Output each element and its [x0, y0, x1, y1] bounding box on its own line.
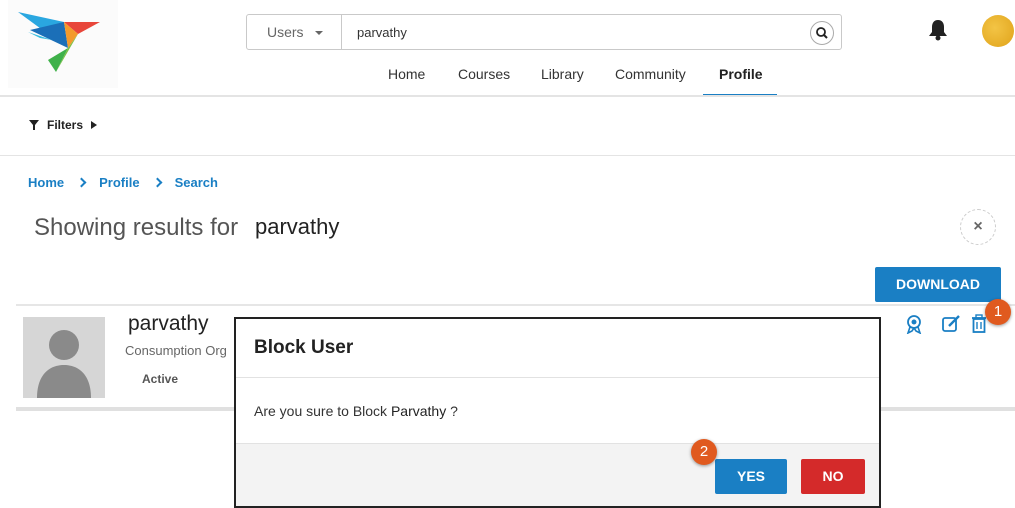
download-button[interactable]: DOWNLOAD: [875, 267, 1001, 302]
app-logo[interactable]: [8, 0, 118, 88]
clear-search-button[interactable]: ×: [960, 209, 996, 245]
search-input[interactable]: parvathy: [357, 25, 407, 40]
user-name[interactable]: parvathy: [128, 312, 209, 336]
search-scope-label: Users: [267, 24, 304, 40]
breadcrumb-home[interactable]: Home: [28, 175, 64, 190]
caret-right-icon: [91, 121, 98, 129]
nav-library[interactable]: Library: [541, 66, 584, 82]
breadcrumb-profile[interactable]: Profile: [99, 175, 139, 190]
no-button[interactable]: NO: [801, 459, 865, 494]
modal-title: Block User: [254, 337, 354, 358]
nav-profile[interactable]: Profile: [719, 66, 763, 82]
breadcrumb-search[interactable]: Search: [175, 175, 218, 190]
nav-community[interactable]: Community: [615, 66, 686, 82]
logo-bird-icon: [18, 12, 100, 72]
nav-courses[interactable]: Courses: [458, 66, 510, 82]
results-query: parvathy: [255, 214, 340, 239]
edit-button[interactable]: [941, 314, 961, 334]
modal-message-suffix: ?: [450, 403, 458, 419]
edit-icon: [942, 315, 960, 332]
badge-icon: [906, 315, 922, 335]
user-placeholder-icon: [37, 330, 91, 398]
filter-icon: [29, 120, 39, 130]
step-marker-1: 1: [985, 299, 1011, 325]
breadcrumb: Home Profile Search: [28, 175, 218, 190]
notification-button[interactable]: [928, 19, 948, 41]
results-heading: Showing results for: [34, 214, 239, 241]
modal-message-prefix: Are you sure to Block: [254, 403, 388, 419]
search-icon: [816, 27, 828, 39]
profile-avatar[interactable]: [982, 15, 1014, 47]
filters-label: Filters: [47, 118, 84, 132]
filters-divider: [0, 155, 1015, 156]
header-divider: [0, 95, 1015, 97]
chevron-down-icon: [315, 31, 323, 35]
step-marker-2: 2: [691, 439, 717, 465]
chevron-right-icon: [152, 177, 163, 188]
search-button[interactable]: [810, 21, 834, 45]
user-avatar: [23, 317, 105, 398]
card-divider: [16, 304, 1015, 306]
chevron-right-icon: [76, 177, 87, 188]
nav-home[interactable]: Home: [388, 66, 425, 82]
modal-divider: [236, 377, 879, 378]
bell-icon: [929, 20, 947, 41]
yes-button[interactable]: YES: [715, 459, 787, 494]
search-scope-dropdown[interactable]: Users: [247, 15, 342, 49]
modal-user-name: Parvathy: [390, 403, 447, 419]
filters-toggle[interactable]: Filters: [29, 118, 98, 132]
user-status: Active: [142, 372, 179, 386]
modal-message: Are you sure to Block Parvathy ?: [254, 403, 458, 419]
badge-button[interactable]: [904, 314, 924, 335]
user-org: Consumption Org: [125, 343, 227, 358]
search-bar: Users parvathy: [246, 14, 842, 50]
block-user-modal: Block User Are you sure to Block Parvath…: [234, 317, 881, 508]
